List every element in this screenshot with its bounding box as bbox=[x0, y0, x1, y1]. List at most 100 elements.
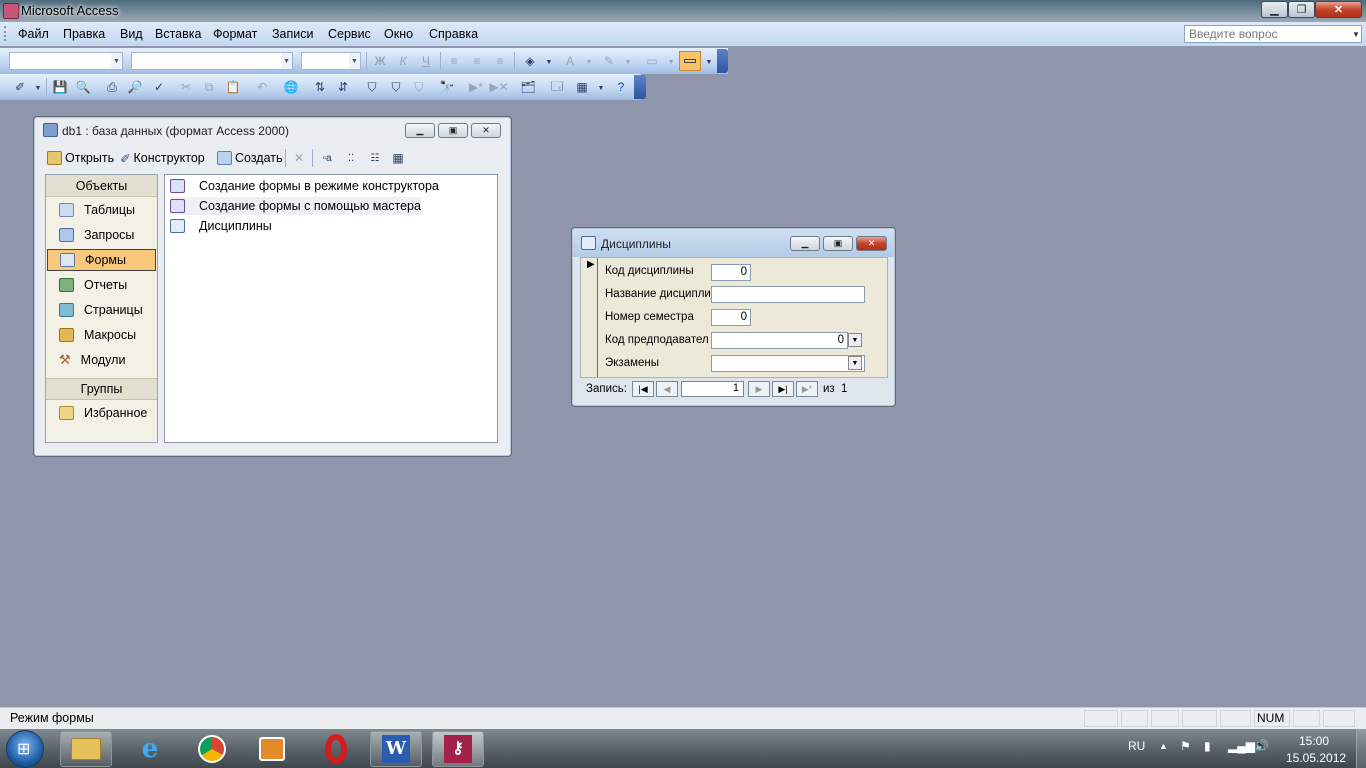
clock-date[interactable]: 15.05.2012 bbox=[1286, 751, 1346, 765]
object-pages[interactable]: Страницы bbox=[47, 299, 156, 321]
delete-icon[interactable]: ✕ bbox=[290, 149, 308, 167]
taskbar-word[interactable]: W bbox=[370, 731, 422, 767]
create-button[interactable]: Создать bbox=[217, 150, 283, 166]
next-record-button[interactable]: ▶ bbox=[748, 381, 770, 397]
list-item[interactable]: Создание формы в режиме конструктора bbox=[170, 177, 439, 195]
font-size-combo[interactable]: ▼ bbox=[301, 52, 361, 70]
sort-descending-icon[interactable]: ⇵ bbox=[334, 78, 352, 96]
show-desktop-button[interactable] bbox=[1356, 729, 1366, 768]
print-icon[interactable]: ⎙ bbox=[103, 78, 121, 96]
language-indicator[interactable]: RU bbox=[1128, 739, 1145, 753]
filter-selection-icon[interactable]: ⛉ bbox=[363, 78, 381, 96]
menu-grip[interactable] bbox=[4, 26, 7, 41]
network-signal-icon[interactable]: ▂▄▆ bbox=[1228, 739, 1255, 753]
form-close-button[interactable]: ✕ bbox=[856, 236, 887, 251]
menu-view[interactable]: Вид bbox=[120, 27, 143, 41]
close-button[interactable]: ✕ bbox=[1315, 1, 1362, 18]
start-button[interactable]: ⊞ bbox=[6, 730, 44, 768]
chevron-down-icon[interactable]: ▼ bbox=[619, 53, 637, 71]
first-record-button[interactable]: |◀ bbox=[632, 381, 654, 397]
chevron-down-icon[interactable]: ▼ bbox=[592, 79, 610, 97]
show-hidden-icons-icon[interactable]: ▲ bbox=[1159, 741, 1168, 751]
chevron-down-icon[interactable]: ▼ bbox=[540, 53, 558, 71]
properties-icon[interactable]: 🗂 bbox=[519, 78, 537, 96]
chevron-down-icon[interactable]: ▼ bbox=[662, 53, 680, 71]
save-icon[interactable]: 💾 bbox=[51, 78, 69, 96]
font-name-combo[interactable]: ▼ bbox=[131, 52, 293, 70]
battery-icon[interactable]: ▮ bbox=[1204, 739, 1211, 753]
db-minimize-button[interactable]: ▁ bbox=[405, 123, 435, 138]
align-center-icon[interactable]: ≡ bbox=[468, 52, 486, 70]
sort-ascending-icon[interactable]: ⇅ bbox=[311, 78, 329, 96]
find-icon[interactable]: 🔭 bbox=[438, 78, 456, 96]
toolbar-options-button[interactable] bbox=[717, 49, 728, 73]
hyperlink-icon[interactable]: 🌐 bbox=[282, 78, 300, 96]
align-left-icon[interactable]: ≡ bbox=[445, 52, 463, 70]
last-record-button[interactable]: ▶| bbox=[772, 381, 794, 397]
border-icon[interactable]: ▭ bbox=[643, 52, 661, 70]
group-favorites[interactable]: Избранное bbox=[47, 402, 156, 424]
db-maximize-button[interactable]: ▣ bbox=[438, 123, 468, 138]
details-view-icon[interactable]: ▦ bbox=[389, 149, 407, 167]
taskbar-explorer[interactable] bbox=[60, 731, 112, 767]
restore-button[interactable]: ❐ bbox=[1288, 1, 1315, 18]
list-view-icon[interactable]: ☷ bbox=[366, 149, 384, 167]
object-tables[interactable]: Таблицы bbox=[47, 199, 156, 221]
object-queries[interactable]: Запросы bbox=[47, 224, 156, 246]
menu-format[interactable]: Формат bbox=[213, 27, 257, 41]
print-preview-icon[interactable]: 🔎 bbox=[126, 78, 144, 96]
font-color-button[interactable]: A bbox=[561, 52, 579, 70]
menu-tools[interactable]: Сервис bbox=[328, 27, 371, 41]
prev-record-button[interactable]: ◀ bbox=[656, 381, 678, 397]
teacher-code-combo[interactable]: 0 bbox=[711, 332, 848, 349]
filter-form-icon[interactable]: ⛉ bbox=[387, 78, 405, 96]
minimize-button[interactable]: ▁ bbox=[1261, 1, 1288, 18]
chevron-down-icon[interactable]: ▼ bbox=[700, 53, 718, 71]
new-object-icon[interactable]: ▦ bbox=[573, 78, 591, 96]
open-button[interactable]: Открыть bbox=[47, 150, 114, 166]
help-dropdown-icon[interactable]: ▼ bbox=[1352, 30, 1360, 39]
record-number-input[interactable]: 1 bbox=[681, 381, 744, 397]
cut-icon[interactable]: ✂ bbox=[177, 78, 195, 96]
action-center-flag-icon[interactable]: ⚑ bbox=[1180, 739, 1191, 753]
object-macros[interactable]: Макросы bbox=[47, 324, 156, 346]
object-forms[interactable]: Формы bbox=[47, 249, 156, 271]
taskbar-media[interactable] bbox=[246, 731, 298, 767]
taskbar-access[interactable]: ⚷ bbox=[432, 731, 484, 767]
spelling-icon[interactable]: ✓ bbox=[150, 78, 168, 96]
taskbar-opera[interactable] bbox=[310, 731, 362, 767]
semester-field[interactable]: 0 bbox=[711, 309, 751, 326]
clock-time[interactable]: 15:00 bbox=[1299, 734, 1329, 748]
toolbar-options-button[interactable] bbox=[634, 75, 646, 99]
undo-icon[interactable]: ↶ bbox=[253, 78, 271, 96]
small-icons-icon[interactable]: ⁚⁚ bbox=[342, 149, 360, 167]
delete-record-icon[interactable]: ▶✕ bbox=[489, 78, 508, 96]
align-right-icon[interactable]: ≡ bbox=[491, 52, 509, 70]
design-button[interactable]: ✐ Конструктор bbox=[120, 150, 205, 166]
fill-color-icon[interactable]: ◈ bbox=[521, 52, 539, 70]
help-question-input[interactable]: Введите вопрос bbox=[1184, 25, 1362, 43]
menu-records[interactable]: Записи bbox=[272, 27, 314, 41]
view-icon[interactable]: ✐ bbox=[11, 78, 29, 96]
menu-edit[interactable]: Правка bbox=[63, 27, 105, 41]
bold-button[interactable]: Ж bbox=[371, 52, 389, 70]
db-close-button[interactable]: ✕ bbox=[471, 123, 501, 138]
menu-window[interactable]: Окно bbox=[384, 27, 413, 41]
menu-insert[interactable]: Вставка bbox=[155, 27, 201, 41]
form-maximize-button[interactable]: ▣ bbox=[823, 236, 853, 251]
list-item[interactable]: Создание формы с помощью мастера bbox=[170, 197, 421, 215]
chevron-down-icon[interactable]: ▼ bbox=[848, 333, 862, 347]
chevron-down-icon[interactable]: ▼ bbox=[580, 53, 598, 71]
taskbar-ie[interactable]: e bbox=[124, 731, 176, 767]
object-modules[interactable]: ⚒ Модули bbox=[47, 349, 156, 371]
chevron-down-icon[interactable]: ▼ bbox=[29, 79, 47, 97]
object-reports[interactable]: Отчеты bbox=[47, 274, 156, 296]
copy-icon[interactable]: ⧉ bbox=[200, 78, 218, 96]
objects-header[interactable]: Объекты bbox=[46, 175, 157, 197]
underline-button[interactable]: Ч bbox=[417, 52, 435, 70]
list-item[interactable]: Дисциплины bbox=[170, 217, 272, 235]
new-record-icon[interactable]: ▶* bbox=[467, 78, 485, 96]
access-app-icon[interactable] bbox=[3, 3, 19, 19]
menu-help[interactable]: Справка bbox=[429, 27, 478, 41]
groups-header[interactable]: Группы bbox=[46, 378, 157, 400]
